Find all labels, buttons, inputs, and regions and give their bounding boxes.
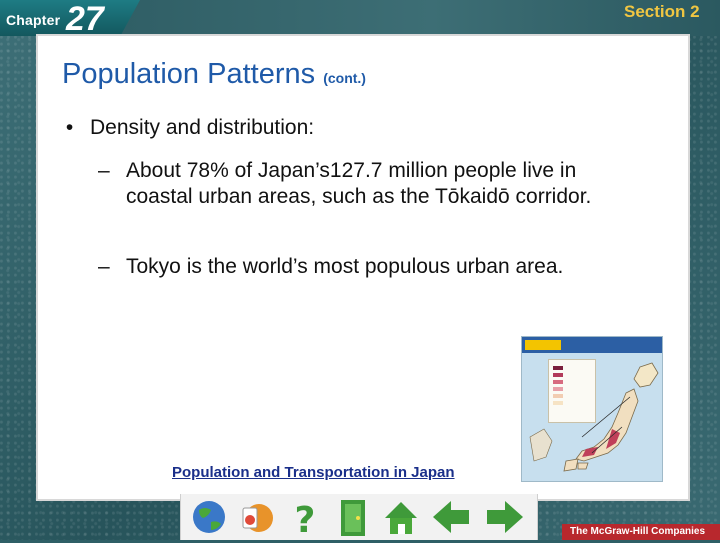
japan-map-icon [529, 362, 659, 472]
navigation-bar: ? [180, 494, 538, 541]
globe-icon [193, 501, 225, 533]
section-label: Section 2 [624, 2, 700, 21]
back-button[interactable] [431, 496, 471, 538]
forward-button[interactable] [485, 496, 525, 538]
dash-icon: – [98, 159, 110, 182]
arrow-left-icon [433, 501, 469, 533]
resources-icon [242, 504, 273, 532]
exit-door-icon [341, 500, 365, 536]
slide-title: Population Patterns (cont.) [62, 58, 366, 91]
help-icon: ? [295, 500, 316, 541]
exit-button[interactable] [333, 496, 373, 538]
chapter-tab: Chapter 27 [0, 0, 140, 36]
home-icon [385, 502, 417, 534]
slide-content: Population Patterns (cont.) • Density and… [36, 34, 690, 501]
top-bar: Chapter 27 Section 2 [0, 0, 720, 36]
sub-point-text: About 78% of Japan’s127.7 million people… [126, 159, 592, 208]
map-caption-link[interactable]: Population and Transportation in Japan [172, 464, 455, 481]
dash-icon: – [98, 255, 110, 278]
sub-point-text: Tokyo is the world’s most populous urban… [126, 255, 564, 278]
bullet-text: Density and distribution: [90, 116, 315, 139]
chapter-label: Chapter [6, 12, 61, 28]
slide-title-text: Population Patterns [62, 58, 316, 90]
bullet-point: • Density and distribution: [60, 116, 314, 140]
bullet-dot-icon: • [60, 116, 74, 139]
home-button[interactable] [381, 496, 421, 538]
help-button[interactable]: ? [285, 496, 325, 541]
svg-text:?: ? [295, 500, 316, 538]
japan-map-thumbnail[interactable] [521, 336, 663, 482]
resources-button[interactable] [237, 496, 277, 538]
publisher-name: The McGraw-Hill Companies [570, 526, 706, 537]
slide-title-suffix: (cont.) [323, 70, 366, 86]
globe-button[interactable] [189, 496, 229, 538]
arrow-right-icon [487, 501, 523, 533]
publisher-logo: The McGraw-Hill Companies [562, 524, 720, 540]
